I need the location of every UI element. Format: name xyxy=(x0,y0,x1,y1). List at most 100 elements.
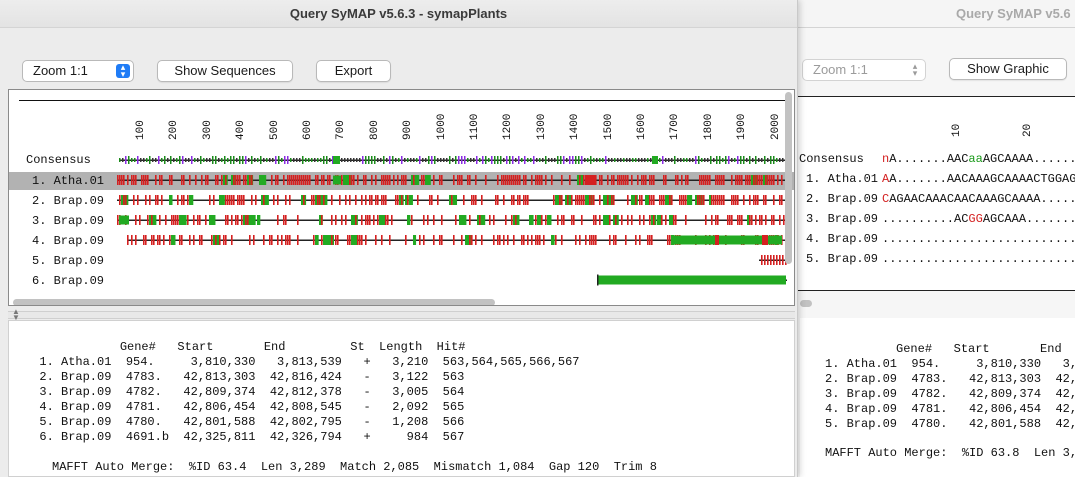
mismatch-tick xyxy=(757,175,759,185)
mismatch-tick xyxy=(151,235,153,245)
mismatch-tick xyxy=(651,175,653,185)
mismatch-tick xyxy=(439,235,441,245)
mismatch-tick xyxy=(303,175,305,185)
mismatch-tick xyxy=(776,255,778,265)
mismatch-tick xyxy=(511,195,513,205)
mismatch-tick xyxy=(757,195,759,205)
track-row-label: 5. Brap.09 xyxy=(32,254,105,268)
mismatch-tick xyxy=(183,175,185,185)
vertical-scrollbar[interactable] xyxy=(785,92,792,264)
mismatch-tick xyxy=(571,195,573,205)
consensus-tick xyxy=(614,158,616,162)
mismatch-block xyxy=(585,175,595,185)
mismatch-tick xyxy=(243,175,245,185)
consensus-tick xyxy=(581,156,583,164)
mismatch-tick xyxy=(741,175,743,185)
consensus-tick xyxy=(155,158,157,162)
table-row: 5. Brap.09 4780. 42,801,588 42,802,795 -… xyxy=(25,415,465,429)
mismatch-tick xyxy=(513,235,515,245)
consensus-tick xyxy=(596,158,598,162)
back-zoom-select[interactable]: Zoom 1:1 ▴ ▾ xyxy=(802,59,926,81)
consensus-tick xyxy=(476,156,478,164)
mismatch-tick xyxy=(782,255,784,265)
export-button[interactable]: Export xyxy=(316,60,391,82)
match-block xyxy=(547,215,552,225)
consensus-tick xyxy=(632,158,634,162)
mismatch-tick xyxy=(277,235,279,245)
mismatch-tick xyxy=(251,175,253,185)
mismatch-tick xyxy=(145,195,147,205)
mismatch-tick xyxy=(627,175,629,185)
mismatch-tick xyxy=(127,175,129,185)
back-horizontal-scrollbar[interactable] xyxy=(800,300,812,307)
mismatch-tick xyxy=(289,175,291,185)
mismatch-tick xyxy=(653,215,655,225)
match-block xyxy=(645,195,650,205)
mismatch-tick xyxy=(579,235,581,245)
mismatch-tick xyxy=(241,195,243,205)
mismatch-tick xyxy=(503,235,505,245)
front-query-window: Query SyMAP v5.6.3 - symapPlants Zoom 1:… xyxy=(0,0,798,477)
consensus-tick xyxy=(671,158,673,162)
mismatch-tick xyxy=(339,195,341,205)
consensus-tick xyxy=(446,158,448,162)
merge-summary: MAFFT Auto Merge: %ID 63.4 Len 3,289 Mat… xyxy=(52,460,657,474)
mismatch-tick xyxy=(699,195,701,205)
consensus-tick xyxy=(125,156,127,164)
seq-row-sequence: ..........ACGGAGCAAA........ xyxy=(882,212,1075,226)
mismatch-block xyxy=(762,235,768,245)
consensus-tick xyxy=(344,158,346,162)
mismatch-tick xyxy=(383,175,385,185)
mismatch-tick xyxy=(741,215,743,225)
split-pane-divider[interactable]: ▲ ▼ xyxy=(8,308,795,322)
mismatch-tick xyxy=(649,175,651,185)
mismatch-tick xyxy=(595,175,597,185)
mismatch-tick xyxy=(771,215,773,225)
mismatch-tick xyxy=(253,235,255,245)
mismatch-tick xyxy=(761,215,763,225)
mismatch-tick xyxy=(653,195,655,205)
ruler-tick: 700 xyxy=(335,120,348,140)
consensus-tick xyxy=(218,158,220,162)
mismatch-tick xyxy=(553,195,555,205)
mismatch-tick xyxy=(313,195,315,205)
consensus-tick xyxy=(149,156,151,164)
mismatch-tick xyxy=(423,175,425,185)
show-graphic-button[interactable]: Show Graphic xyxy=(949,58,1067,80)
consensus-tick xyxy=(605,156,607,164)
mismatch-tick xyxy=(353,175,355,185)
mismatch-tick xyxy=(461,235,463,245)
consensus-tick xyxy=(566,158,568,162)
mismatch-tick xyxy=(389,235,391,245)
mismatch-tick xyxy=(731,215,733,225)
seq-row-label: 3. Brap.09 xyxy=(806,212,879,226)
consensus-tick xyxy=(548,158,550,162)
mismatch-tick xyxy=(143,235,145,245)
mismatch-tick xyxy=(723,195,725,205)
mismatch-tick xyxy=(135,175,137,185)
mismatch-tick xyxy=(375,235,377,245)
consensus-tick xyxy=(377,158,379,162)
consensus-tick xyxy=(668,158,670,162)
mismatch-tick xyxy=(427,215,429,225)
show-sequences-button[interactable]: Show Sequences xyxy=(157,60,293,82)
mismatch-tick xyxy=(685,195,687,205)
zoom-select[interactable]: Zoom 1:1 ▴ ▾ xyxy=(22,60,134,82)
consensus-tick xyxy=(746,158,748,162)
consensus-tick xyxy=(506,156,508,164)
mismatch-tick xyxy=(231,235,233,245)
horizontal-scrollbar[interactable] xyxy=(13,299,495,305)
consensus-tick xyxy=(419,156,421,164)
match-block xyxy=(219,195,225,205)
mismatch-tick xyxy=(369,195,371,205)
mismatch-tick xyxy=(175,215,177,225)
consensus-tick xyxy=(440,158,442,162)
mismatch-tick xyxy=(199,235,201,245)
mismatch-tick xyxy=(521,235,523,245)
mismatch-tick xyxy=(371,175,373,185)
mismatch-tick xyxy=(591,235,593,245)
seq-row-sequence: CAGAACAAACAACAAAGCAAAA...... xyxy=(882,192,1075,206)
consensus-tick xyxy=(683,158,685,162)
mismatch-tick xyxy=(625,235,627,245)
consensus-tick xyxy=(239,156,241,164)
